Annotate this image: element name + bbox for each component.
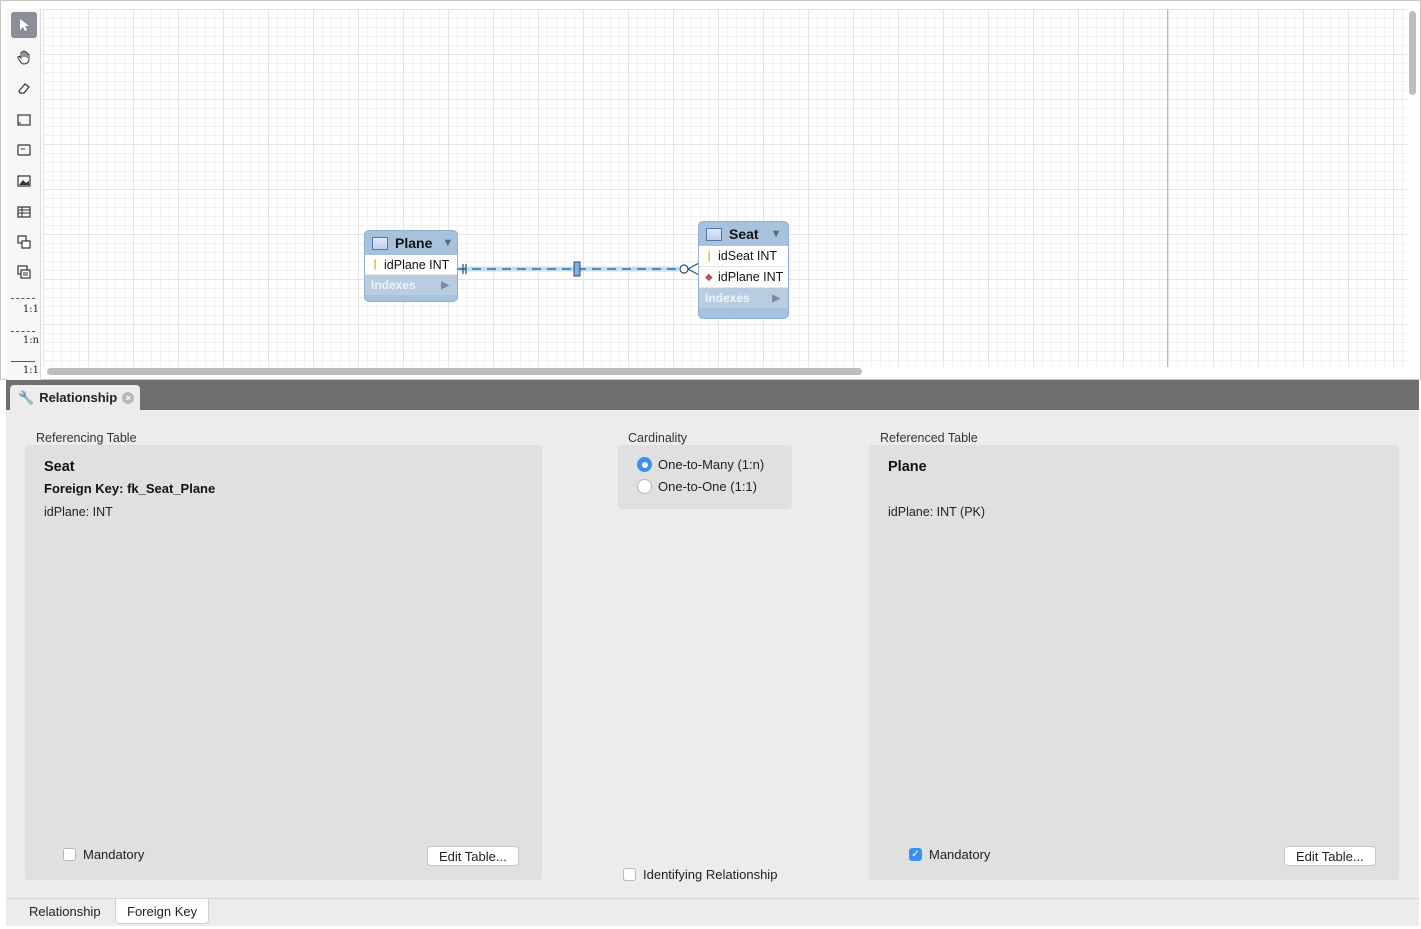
er-table-header[interactable]: Plane ▼ — [365, 231, 457, 255]
collapse-arrow-icon[interactable]: ▼ — [442, 237, 453, 249]
horizontal-scrollbar-thumb[interactable] — [47, 368, 862, 375]
referenced-table-section-label: Referenced Table — [880, 431, 978, 445]
table-icon — [706, 227, 722, 241]
relationship-editor-panel: Referencing Table Seat Foreign Key: fk_S… — [6, 410, 1419, 900]
vertical-scrollbar[interactable] — [1407, 9, 1417, 367]
view-icon[interactable] — [11, 229, 37, 255]
note-icon[interactable] — [11, 137, 37, 163]
hand-icon[interactable] — [11, 44, 37, 70]
table-icon[interactable] — [11, 199, 37, 225]
rel-1-n-line-icon[interactable] — [11, 331, 35, 332]
tab-relationship-label: Relationship — [39, 390, 118, 405]
relationship-connector[interactable] — [457, 259, 701, 279]
rel-1-1-nonid-label[interactable]: 1:1 — [9, 365, 39, 376]
close-icon[interactable]: × — [122, 391, 135, 404]
tab-relationship-bottom[interactable]: Relationship — [18, 899, 112, 924]
identifying-relationship-checkbox[interactable]: Identifying Relationship — [623, 867, 777, 882]
referenced-table-name: Plane — [888, 459, 927, 475]
er-table-plane[interactable]: Plane ▼ ❙ idPlane INT Indexes ▶ — [364, 230, 458, 302]
tab-relationship[interactable]: 🔧 Relationship × — [10, 385, 141, 410]
checkbox-box[interactable] — [623, 868, 636, 881]
foreign-key-icon: ◆ — [705, 271, 713, 283]
routine-group-icon[interactable] — [11, 259, 37, 285]
er-indexes-row[interactable]: Indexes ▶ — [365, 275, 457, 295]
radio-selected-icon[interactable] — [637, 457, 652, 472]
primary-key-icon: ❙ — [705, 250, 714, 262]
er-indexes-row[interactable]: Indexes ▶ — [699, 288, 788, 308]
er-table-name: Seat — [729, 226, 759, 242]
referencing-table-section-label: Referencing Table — [36, 431, 137, 445]
tab-foreign-key[interactable]: Foreign Key — [115, 899, 210, 924]
referenced-edit-table-button[interactable]: Edit Table... — [1284, 846, 1376, 866]
pointer-icon[interactable] — [11, 12, 37, 38]
er-column-text: idPlane INT — [718, 270, 784, 284]
mandatory-label: Mandatory — [929, 847, 991, 862]
one-to-one-radio[interactable]: One-to-One (1:1) — [637, 479, 757, 494]
eraser-icon[interactable] — [11, 75, 37, 101]
referencing-edit-table-button[interactable]: Edit Table... — [427, 846, 519, 866]
radio-unselected-icon[interactable] — [637, 479, 652, 494]
er-table-header[interactable]: Seat ▼ — [699, 222, 788, 246]
referencing-column: idPlane: INT — [44, 505, 113, 519]
referenced-table-box: Plane idPlane: INT (PK) ✓ Mandatory Edit… — [869, 445, 1399, 880]
referenced-mandatory-checkbox[interactable]: ✓ Mandatory — [909, 847, 990, 862]
rel-1-1-label[interactable]: 1:1 — [9, 304, 39, 315]
image-icon[interactable] — [11, 168, 37, 194]
cardinality-box: One-to-Many (1:n) One-to-One (1:1) — [618, 445, 792, 509]
referencing-table-name: Seat — [44, 459, 75, 475]
er-column[interactable]: ◆ idPlane INT — [699, 267, 788, 288]
wrench-icon: 🔧 — [18, 389, 35, 405]
er-column-text: idSeat INT — [718, 249, 778, 263]
referenced-column: idPlane: INT (PK) — [888, 505, 986, 519]
er-table-name: Plane — [395, 235, 433, 251]
page-boundary — [1167, 9, 1168, 367]
rel-1-1-nonid-line-icon[interactable] — [11, 361, 35, 362]
one-to-many-label: One-to-Many (1:n) — [658, 457, 765, 472]
er-column[interactable]: ❙ idSeat INT — [699, 246, 788, 267]
indexes-label: Indexes — [705, 291, 750, 305]
er-column-text: idPlane INT — [384, 257, 450, 272]
primary-key-icon: ❙ — [371, 259, 380, 270]
foreign-key-name: Foreign Key: fk_Seat_Plane — [44, 481, 216, 496]
referencing-table-box: Seat Foreign Key: fk_Seat_Plane idPlane:… — [25, 445, 542, 880]
one-to-many-radio[interactable]: One-to-Many (1:n) — [637, 457, 764, 472]
one-to-one-label: One-to-One (1:1) — [658, 479, 757, 494]
diagram-canvas-area: 1:1 1:n 1:1 Plane ▼ ❙ idPlane INT Indexe… — [0, 0, 1421, 381]
er-table-seat[interactable]: Seat ▼ ❙ idSeat INT ◆ idPlane INT Indexe… — [698, 221, 789, 319]
expand-arrow-icon[interactable]: ▶ — [772, 293, 780, 304]
expand-arrow-icon[interactable]: ▶ — [441, 280, 449, 291]
vertical-scrollbar-thumb[interactable] — [1409, 11, 1416, 95]
table-icon — [372, 236, 388, 250]
referencing-mandatory-checkbox[interactable]: Mandatory — [63, 847, 144, 862]
checkbox-box[interactable] — [63, 848, 76, 861]
cardinality-section-label: Cardinality — [628, 431, 688, 445]
identifying-relationship-label: Identifying Relationship — [643, 867, 778, 882]
diagram-toolbar: 1:1 1:n 1:1 — [7, 9, 41, 381]
layer-icon[interactable] — [11, 107, 37, 133]
mandatory-label: Mandatory — [83, 847, 145, 862]
rel-1-n-label[interactable]: 1:n — [9, 335, 39, 346]
panel-tab-bar: 🔧 Relationship × — [6, 380, 1419, 410]
checkmark-icon[interactable]: ✓ — [909, 848, 922, 861]
bottom-tab-bar: Relationship Foreign Key — [6, 898, 1419, 926]
rel-1-1-line-icon[interactable] — [11, 298, 35, 299]
collapse-arrow-icon[interactable]: ▼ — [771, 228, 782, 240]
indexes-label: Indexes — [371, 278, 416, 292]
er-column[interactable]: ❙ idPlane INT — [365, 255, 457, 275]
